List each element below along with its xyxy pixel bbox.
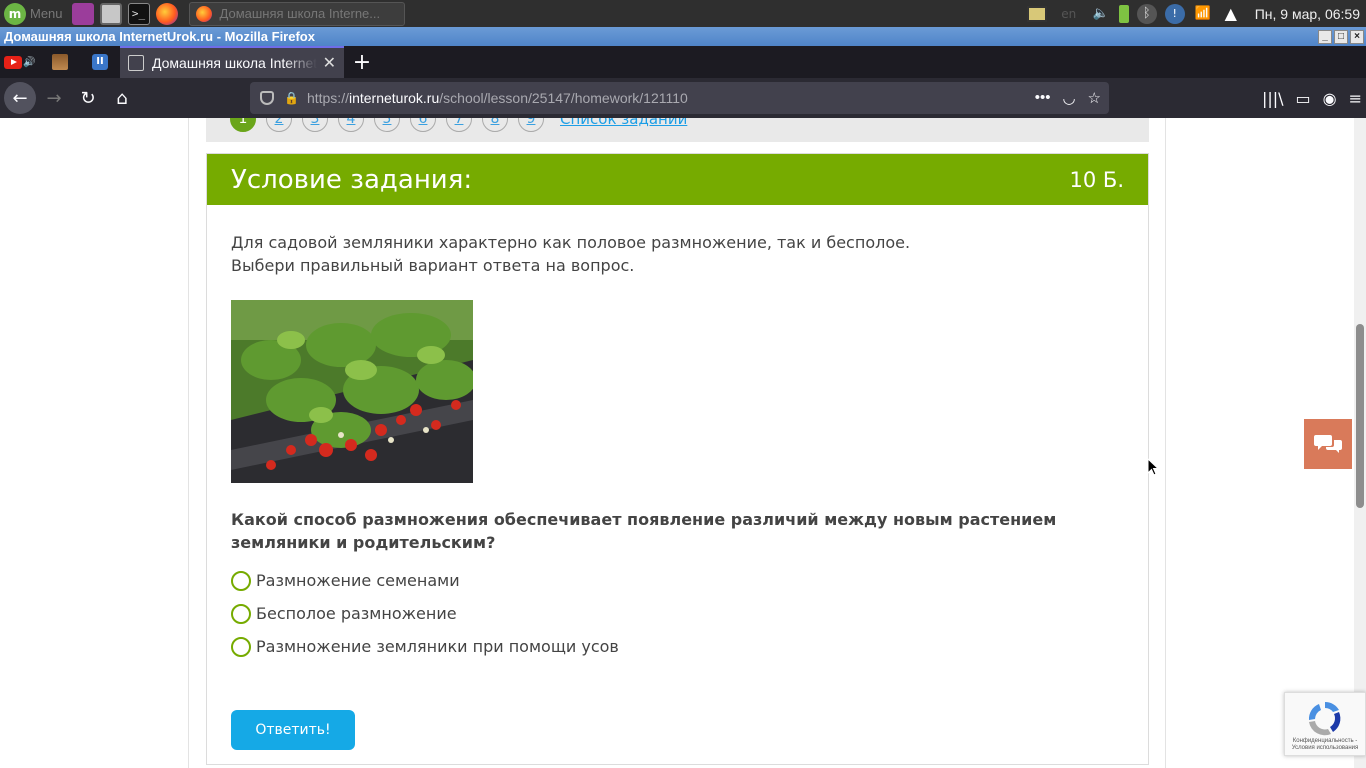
reload-button[interactable]: ↻ bbox=[72, 82, 104, 114]
clock[interactable]: Пн, 9 мар, 06:59 bbox=[1255, 6, 1360, 22]
pause-favicon-icon: II bbox=[92, 54, 108, 70]
mouse-cursor-icon bbox=[1147, 458, 1159, 476]
maximize-button[interactable]: □ bbox=[1334, 29, 1348, 44]
battery-icon[interactable] bbox=[1118, 4, 1129, 23]
page-link-9[interactable]: 9 bbox=[518, 118, 544, 132]
task-list-link[interactable]: Список заданий bbox=[560, 118, 687, 128]
launcher-app-icon[interactable] bbox=[71, 2, 94, 25]
tab-favicon-icon bbox=[128, 55, 144, 71]
option-label[interactable]: Бесполое размножение bbox=[256, 604, 457, 623]
tracking-protection-icon[interactable] bbox=[260, 91, 274, 105]
firefox-launcher-icon[interactable] bbox=[155, 2, 178, 25]
hamburger-menu-icon[interactable]: ≡ bbox=[1349, 89, 1362, 108]
url-host: interneturok.ru bbox=[348, 90, 440, 106]
display-icon[interactable] bbox=[1026, 5, 1047, 22]
answer-button[interactable]: Ответить! bbox=[231, 710, 355, 750]
sidebar-icon[interactable]: ▭ bbox=[1296, 89, 1311, 108]
question-text: Какой способ размножения обеспечивает по… bbox=[231, 510, 1057, 552]
chat-button[interactable] bbox=[1304, 419, 1352, 469]
back-button[interactable]: ← bbox=[4, 82, 36, 114]
new-tab-button[interactable]: + bbox=[344, 50, 380, 75]
account-icon[interactable]: ◉ bbox=[1323, 89, 1337, 108]
youtube-icon bbox=[4, 55, 23, 69]
pinned-tab-3[interactable]: II bbox=[80, 46, 120, 78]
page-link-3[interactable]: 3 bbox=[302, 118, 328, 132]
tab-title: Домашняя школа InternetUrok.ru bbox=[152, 55, 317, 71]
bookmark-star-icon[interactable]: ☆ bbox=[1088, 89, 1101, 107]
task-condition: Для садовой земляники характерно как пол… bbox=[231, 231, 1124, 277]
chat-bubbles-icon bbox=[1314, 435, 1342, 453]
library-icon[interactable]: |||\ bbox=[1262, 89, 1284, 108]
page-link-7[interactable]: 7 bbox=[446, 118, 472, 132]
task-header: Условие задания: 10 Б. bbox=[207, 154, 1148, 205]
wifi-icon[interactable]: 📶 bbox=[1193, 4, 1213, 24]
tab-active[interactable]: Домашняя школа InternetUrok.ru ✕ bbox=[120, 46, 344, 78]
page-link-5[interactable]: 5 bbox=[374, 118, 400, 132]
minimize-button[interactable]: _ bbox=[1318, 29, 1332, 44]
task-body: Для садовой земляники характерно как пол… bbox=[207, 205, 1148, 768]
recaptcha-badge[interactable]: Конфиденциальность - Условия использован… bbox=[1284, 692, 1366, 756]
strawberry-photo bbox=[231, 300, 473, 483]
terminal-launcher-icon[interactable]: >_ bbox=[127, 2, 150, 25]
url-path: /school/lesson/25147/homework/121110 bbox=[439, 90, 688, 106]
url-scheme: https:// bbox=[306, 90, 349, 106]
address-bar[interactable]: 🔒 https://interneturok.ru/school/lesson/… bbox=[250, 82, 1109, 114]
task-card: Условие задания: 10 Б. Для садовой земля… bbox=[206, 153, 1149, 765]
page-link-6[interactable]: 6 bbox=[410, 118, 436, 132]
radio-button[interactable] bbox=[231, 603, 251, 624]
page-link-2[interactable]: 2 bbox=[266, 118, 292, 132]
answer-option[interactable]: Размножение семенами bbox=[231, 564, 1124, 597]
forward-button[interactable]: → bbox=[38, 82, 70, 114]
answer-option[interactable]: Бесполое размножение bbox=[231, 597, 1124, 630]
bluetooth-icon[interactable]: ᛒ bbox=[1136, 3, 1157, 24]
lock-icon[interactable]: 🔒 bbox=[284, 91, 299, 105]
condition-line-1: Для садовой земляники характерно как пол… bbox=[231, 233, 911, 252]
page-link-4[interactable]: 4 bbox=[338, 118, 364, 132]
security-shield-icon[interactable]: ! bbox=[1164, 3, 1185, 24]
close-tab-icon[interactable]: ✕ bbox=[323, 53, 336, 73]
task-pagination: 1 2 3 4 5 6 7 8 9 Список заданий bbox=[206, 118, 1149, 142]
site-favicon bbox=[52, 54, 68, 70]
task-score: 10 Б. bbox=[1069, 167, 1124, 192]
option-label[interactable]: Размножение семенами bbox=[256, 571, 460, 590]
home-button[interactable]: ⌂ bbox=[106, 82, 138, 114]
pinned-tab-youtube[interactable]: 🔊 bbox=[0, 46, 40, 78]
navigation-bar: ← → ↻ ⌂ 🔒 https://interneturok.ru/school… bbox=[0, 78, 1366, 118]
menu-label[interactable]: Menu bbox=[30, 6, 63, 21]
condition-line-2: Выбери правильный вариант ответа на вопр… bbox=[231, 256, 635, 275]
pinned-tab-2[interactable] bbox=[40, 46, 80, 78]
answer-options: Размножение семенами Бесполое размножени… bbox=[231, 564, 1124, 663]
scrollbar-thumb[interactable] bbox=[1356, 324, 1364, 508]
page-link-1[interactable]: 1 bbox=[230, 118, 256, 132]
radio-button[interactable] bbox=[231, 636, 251, 657]
page-content: 1 2 3 4 5 6 7 8 9 Список заданий Условие задания:… bbox=[0, 118, 1366, 768]
option-label[interactable]: Размножение земляники при помощи усов bbox=[256, 637, 619, 656]
system-panel: m Menu >_ Домашняя школа Interne... en 🔈… bbox=[0, 0, 1366, 27]
taskbar-firefox-window[interactable]: Домашняя школа Interne... bbox=[188, 1, 405, 26]
firefox-icon bbox=[195, 5, 212, 22]
audio-playing-icon[interactable]: 🔊 bbox=[23, 57, 35, 68]
page-actions-icon[interactable]: ••• bbox=[1035, 89, 1051, 107]
answer-option[interactable]: Размножение земляники при помощи усов bbox=[231, 630, 1124, 663]
page-scrollbar[interactable] bbox=[1354, 118, 1366, 768]
close-window-button[interactable]: × bbox=[1350, 29, 1364, 44]
warning-icon[interactable]: ▲ bbox=[1221, 4, 1241, 24]
page-link-8[interactable]: 8 bbox=[482, 118, 508, 132]
taskbar-window-title: Домашняя школа Interne... bbox=[219, 6, 381, 21]
recaptcha-icon bbox=[1308, 701, 1341, 736]
recaptcha-links[interactable]: Конфиденциальность - Условия использован… bbox=[1285, 738, 1365, 752]
window-title: Домашняя школа InternetUrok.ru - Mozilla… bbox=[4, 29, 315, 44]
content-container: 1 2 3 4 5 6 7 8 9 Список заданий Условие задания:… bbox=[188, 118, 1166, 768]
mint-menu-icon[interactable]: m bbox=[4, 2, 26, 25]
radio-button[interactable] bbox=[231, 570, 251, 591]
window-titlebar[interactable]: Домашняя школа InternetUrok.ru - Mozilla… bbox=[0, 27, 1366, 46]
pocket-icon[interactable]: ◡ bbox=[1062, 89, 1075, 107]
volume-icon[interactable]: 🔈 bbox=[1091, 4, 1111, 24]
files-launcher-icon[interactable] bbox=[99, 2, 122, 25]
tab-strip: 🔊 II Домашняя школа InternetUrok.ru ✕ + bbox=[0, 46, 1366, 78]
strawberry-illustration bbox=[231, 300, 473, 483]
keyboard-layout-indicator[interactable]: en bbox=[1055, 4, 1083, 24]
task-title: Условие задания: bbox=[231, 164, 473, 195]
